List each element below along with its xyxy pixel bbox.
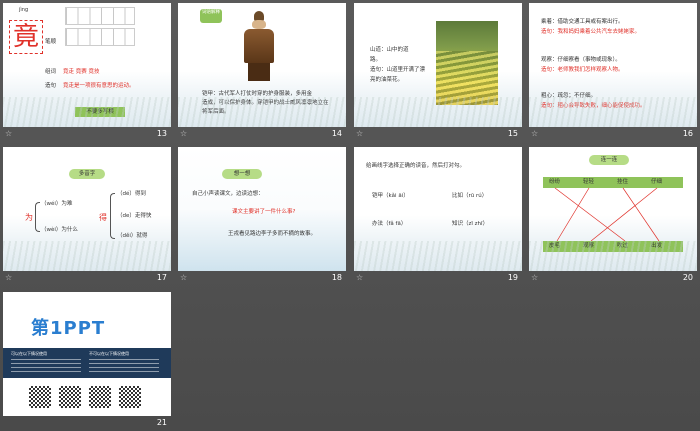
slide-thumbnail-16[interactable]: 乘着：借助交通工具或有案出行。 造句：我和妈妈乘着公共汽车去姥姥家。 观察：仔细… xyxy=(529,3,697,140)
info-banner: 可以在以下情况使用 不可以在以下情况使用 xyxy=(3,348,171,378)
slide-number: 20 xyxy=(682,273,693,282)
slide-13[interactable]: jìng 竟 笔顺 组词 竟走 竟赛 竟技 造句 竟走是一项很有意思的运动。 不… xyxy=(3,3,171,127)
sentence: 竟走是一项很有意思的运动。 xyxy=(63,83,135,89)
bottom-word-1: 皮毛 xyxy=(549,243,561,249)
instruction: 自己小声读课文，边读边想： xyxy=(192,191,264,197)
left-heading: 可以在以下情况使用 xyxy=(11,351,47,356)
words: 竟走 竟赛 竟技 xyxy=(63,69,100,75)
slide-number: 17 xyxy=(156,273,167,282)
star-icon: ☆ xyxy=(180,273,188,282)
bottom-word-2: 观察 xyxy=(583,243,595,249)
slide-number: 18 xyxy=(331,273,342,282)
answer: 王戎看见路边李子多而不摘的故事。 xyxy=(228,231,317,237)
brace-1 xyxy=(35,202,40,232)
pinyin: jìng xyxy=(19,7,29,13)
sentence-label: 造句 xyxy=(45,83,57,89)
line-3: 观察：仔细察看（事物或现象）。 xyxy=(541,57,621,63)
item-4: 知识（zī zhī） xyxy=(452,221,489,227)
line-6: 造句：粗心会导致失败，细心能促使成功。 xyxy=(541,103,646,109)
big-character: 竟 xyxy=(12,22,39,52)
bottom-word-4: 出发 xyxy=(651,243,663,249)
bottom-word-3: 吹过 xyxy=(617,243,629,249)
badge: 词语解释 xyxy=(200,9,222,23)
slide-number: 15 xyxy=(507,129,518,138)
slide-thumbnail-21[interactable]: 第1PPT 可以在以下情况使用 不可以在以下情况使用 21 xyxy=(3,292,171,429)
polyphone-2: 得 xyxy=(99,213,107,222)
matching-lines xyxy=(554,187,660,242)
polyphone-1: 为 xyxy=(25,213,33,222)
slide-number: 13 xyxy=(156,129,167,138)
title-pill: 多音字 xyxy=(69,169,105,179)
slide-thumbnail-14[interactable]: 词语解释 铠甲：古代军人打仗时穿的护身服装，多用金 造成，可以保护身体。穿铠甲的… xyxy=(178,3,346,140)
armor-figure-image xyxy=(240,11,280,83)
star-icon: ☆ xyxy=(5,129,13,138)
item-1: 铠甲（kǎi āi） xyxy=(372,193,409,199)
reading-2c: （děi）就得 xyxy=(117,233,148,239)
line-5: 粗心：疏忽；不仔细。 xyxy=(541,93,597,99)
star-icon: ☆ xyxy=(180,129,188,138)
slide-16[interactable]: 乘着：借助交通工具或有案出行。 造句：我和妈妈乘着公共汽车去姥姥家。 观察：仔细… xyxy=(529,3,697,127)
slide-number: 16 xyxy=(682,129,693,138)
brace-2 xyxy=(110,193,115,239)
star-icon: ☆ xyxy=(356,273,364,282)
qr-codes xyxy=(29,386,149,410)
terrace-field-image xyxy=(436,21,498,105)
slide-17[interactable]: 多音字 为 （wéi）为难 （wèi）为什么 得 （dé）得到 （de）走得快 … xyxy=(3,147,171,271)
slide-thumbnail-18[interactable]: 想一想 自己小声读课文，边读边想： 课文主要讲了一件什么事? 王戎看见路边李子多… xyxy=(178,147,346,284)
words-label: 组词 xyxy=(45,69,57,75)
star-icon: ☆ xyxy=(5,273,13,282)
slide-thumbnail-13[interactable]: jìng 竟 笔顺 组词 竟走 竟赛 竟技 造句 竟走是一项很有意思的运动。 不… xyxy=(3,3,171,140)
reading-2a: （dé）得到 xyxy=(117,191,146,197)
slide-number: 14 xyxy=(331,129,342,138)
star-icon: ☆ xyxy=(531,273,539,282)
star-icon: ☆ xyxy=(356,129,364,138)
line-4: 造句：老师教我们怎样观察人物。 xyxy=(541,67,624,73)
slide-number: 21 xyxy=(156,418,167,427)
title-pill: 想一想 xyxy=(222,169,262,179)
slide-14[interactable]: 词语解释 铠甲：古代军人打仗时穿的护身服装，多用金 造成，可以保护身体。穿铠甲的… xyxy=(178,3,346,127)
line-4: 亮的油菜花。 xyxy=(370,77,404,83)
star-icon: ☆ xyxy=(531,129,539,138)
slide-thumbnail-20[interactable]: 连一连 纷纷 轻轻 挂住 仔细 皮毛 观察 吹过 出发 ☆ 20 xyxy=(529,147,697,284)
tip-box: 不要多写横 xyxy=(75,107,125,117)
slide-21[interactable]: 第1PPT 可以在以下情况使用 不可以在以下情况使用 xyxy=(3,292,171,416)
line-2: 造句：我和妈妈乘着公共汽车去姥姥家。 xyxy=(541,29,641,35)
item-3: 办法（fǎ fā） xyxy=(372,221,407,227)
line-1: 乘着：借助交通工具或有案出行。 xyxy=(541,19,624,25)
big-character-box: 竟 xyxy=(9,20,43,54)
slide-19[interactable]: 给画线字选择正确的读音，然后打对勾。 铠甲（kǎi āi） 比如（rū rú） … xyxy=(354,147,522,271)
instruction: 给画线字选择正确的读音，然后打对勾。 xyxy=(366,163,466,169)
slide-20[interactable]: 连一连 纷纷 轻轻 挂住 仔细 皮毛 观察 吹过 出发 xyxy=(529,147,697,271)
definition-line-3: 将军后面。 xyxy=(202,109,230,115)
matching-bottom-row: 皮毛 观察 吹过 出发 xyxy=(543,241,683,252)
stroke-order-grid xyxy=(65,7,135,47)
line-3: 造句：山道里开满了漂 xyxy=(370,67,426,73)
slide-number: 19 xyxy=(507,273,518,282)
right-heading: 不可以在以下情况使用 xyxy=(89,351,129,356)
definition-line-2: 造成，可以保护身体。穿铠甲的战士威风凛凛地立在 xyxy=(202,100,329,106)
slide-thumbnail-19[interactable]: 给画线字选择正确的读音，然后打对勾。 铠甲（kǎi āi） 比如（rū rú） … xyxy=(354,147,522,284)
question: 课文主要讲了一件什么事? xyxy=(232,209,296,215)
reading-1a: （wéi）为难 xyxy=(41,201,73,207)
line-1: 山道：山中的道 xyxy=(370,47,409,53)
slide-18[interactable]: 想一想 自己小声读课文，边读边想： 课文主要讲了一件什么事? 王戎看见路边李子多… xyxy=(178,147,346,271)
slide-thumbnail-15[interactable]: 山道：山中的道 路。 造句：山道里开满了漂 亮的油菜花。 ☆ 15 xyxy=(354,3,522,140)
line-2: 路。 xyxy=(370,57,382,63)
reading-2b: （de）走得快 xyxy=(117,213,152,219)
logo: 第1PPT xyxy=(31,318,106,339)
stroke-label: 笔顺 xyxy=(45,39,57,45)
definition-line-1: 铠甲：古代军人打仗时穿的护身服装，多用金 xyxy=(202,91,313,97)
slide-15[interactable]: 山道：山中的道 路。 造句：山道里开满了漂 亮的油菜花。 xyxy=(354,3,522,127)
slide-thumbnail-17[interactable]: 多音字 为 （wéi）为难 （wèi）为什么 得 （dé）得到 （de）走得快 … xyxy=(3,147,171,284)
reading-1b: （wèi）为什么 xyxy=(41,227,78,233)
item-2: 比如（rū rú） xyxy=(452,193,488,199)
